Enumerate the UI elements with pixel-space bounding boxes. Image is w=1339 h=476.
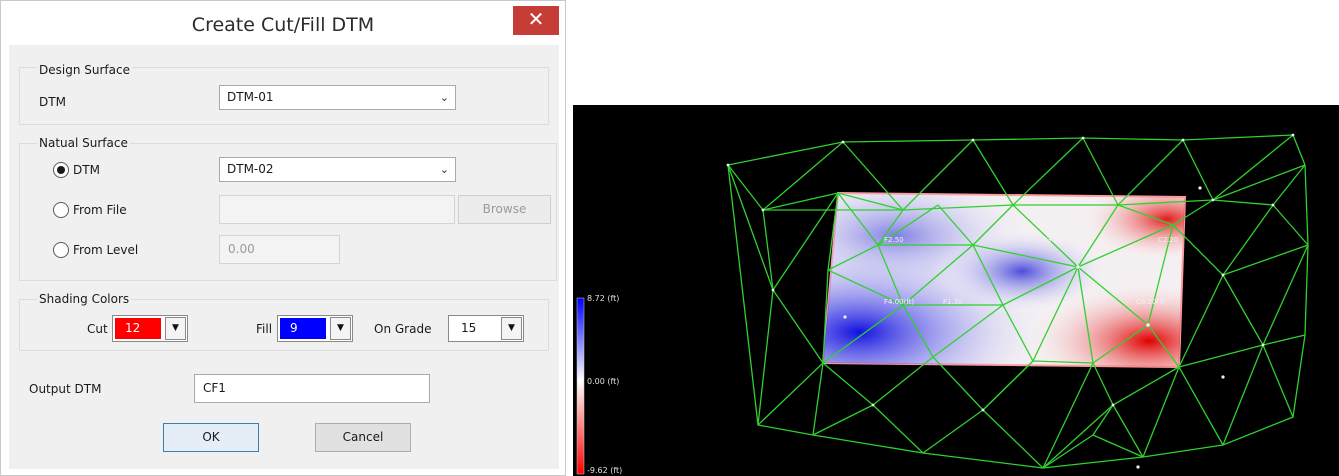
point-label: F2.50 xyxy=(884,236,904,244)
output-dtm-input[interactable]: CF1 xyxy=(194,374,430,403)
fill-color-picker[interactable]: 9 ▼ xyxy=(277,315,353,342)
cut-dropdown-button[interactable]: ▼ xyxy=(165,317,186,340)
radio-from-level-label[interactable]: From Level xyxy=(73,243,138,257)
natural-dtm-value: DTM-02 xyxy=(227,162,274,176)
chevron-down-icon: ⌄ xyxy=(439,163,449,176)
close-button[interactable]: ✕ xyxy=(513,6,559,35)
radio-dtm-label[interactable]: DTM xyxy=(73,163,100,177)
chevron-down-icon: ⌄ xyxy=(439,91,449,104)
shading-colors-group: Shading Colors Cut 12 ▼ Fill 9 ▼ On Grad… xyxy=(19,289,549,355)
point-label: C2.20 xyxy=(1158,236,1179,244)
ok-button[interactable]: OK xyxy=(163,423,259,452)
close-icon: ✕ xyxy=(527,7,545,31)
dialog-titlebar: Create Cut/Fill DTM ✕ xyxy=(1,1,565,51)
radio-from-file[interactable] xyxy=(53,202,69,218)
cancel-button[interactable]: Cancel xyxy=(315,423,411,452)
color-bar-max-label: 8.72 (ft) xyxy=(587,294,620,303)
design-dtm-value: DTM-01 xyxy=(227,90,274,104)
on-grade-color-picker[interactable]: 15 ▼ xyxy=(448,315,524,342)
design-dtm-label: DTM xyxy=(39,95,66,109)
cut-fill-view[interactable]: 8.72 (ft) 0.00 (ft) -9.62 (ft) F2.50 F4.… xyxy=(573,105,1339,476)
natural-dtm-select[interactable]: DTM-02 ⌄ xyxy=(219,157,456,182)
radio-dtm[interactable] xyxy=(53,162,69,178)
radio-from-file-label[interactable]: From File xyxy=(73,203,127,217)
design-surface-label: Design Surface xyxy=(37,63,132,77)
level-input[interactable]: 0.00 xyxy=(219,235,340,264)
output-dtm-label: Output DTM xyxy=(29,382,102,396)
shading-colors-label: Shading Colors xyxy=(37,292,132,306)
on-grade-color-swatch: 15 xyxy=(451,318,497,339)
file-path-input[interactable] xyxy=(219,195,455,224)
point-label: C6.20(ft) xyxy=(1136,298,1168,306)
cut-fill-canvas xyxy=(576,133,1309,475)
fill-color-swatch: 9 xyxy=(280,318,326,339)
dialog-title: Create Cut/Fill DTM xyxy=(191,14,375,36)
cut-zone-upper-right xyxy=(823,193,1185,367)
cut-fill-surface xyxy=(821,191,1187,369)
cut-color-swatch: 12 xyxy=(115,318,161,339)
color-bar-min-label: -9.62 (ft) xyxy=(587,466,623,475)
natural-surface-label: Natual Surface xyxy=(37,136,130,150)
on-grade-label: On Grade xyxy=(374,322,432,336)
dialog-body: Design Surface DTM DTM-01 ⌄ Natual Surfa… xyxy=(9,45,559,469)
natural-surface-group: Natual Surface DTM DTM-02 ⌄ From File Br… xyxy=(19,133,557,281)
create-cut-fill-dialog: Create Cut/Fill DTM ✕ Design Surface DTM… xyxy=(0,0,566,476)
cut-color-picker[interactable]: 12 ▼ xyxy=(112,315,188,342)
point-label: F3.10 xyxy=(1043,236,1063,244)
design-surface-group: Design Surface DTM DTM-01 ⌄ xyxy=(19,57,549,125)
color-bar-zero-label: 0.00 (ft) xyxy=(587,377,620,386)
point-label: F1.30 xyxy=(943,298,963,306)
radio-from-level[interactable] xyxy=(53,242,69,258)
design-dtm-select[interactable]: DTM-01 ⌄ xyxy=(219,85,456,110)
on-grade-dropdown-button[interactable]: ▼ xyxy=(501,317,522,340)
fill-dropdown-button[interactable]: ▼ xyxy=(330,317,351,340)
browse-button[interactable]: Browse xyxy=(458,195,551,224)
point-label: F4.00(ft) xyxy=(884,298,915,306)
radio-dtm-dot xyxy=(57,166,65,174)
cut-label: Cut xyxy=(87,322,108,336)
color-bar xyxy=(576,297,585,475)
fill-label: Fill xyxy=(256,322,273,336)
